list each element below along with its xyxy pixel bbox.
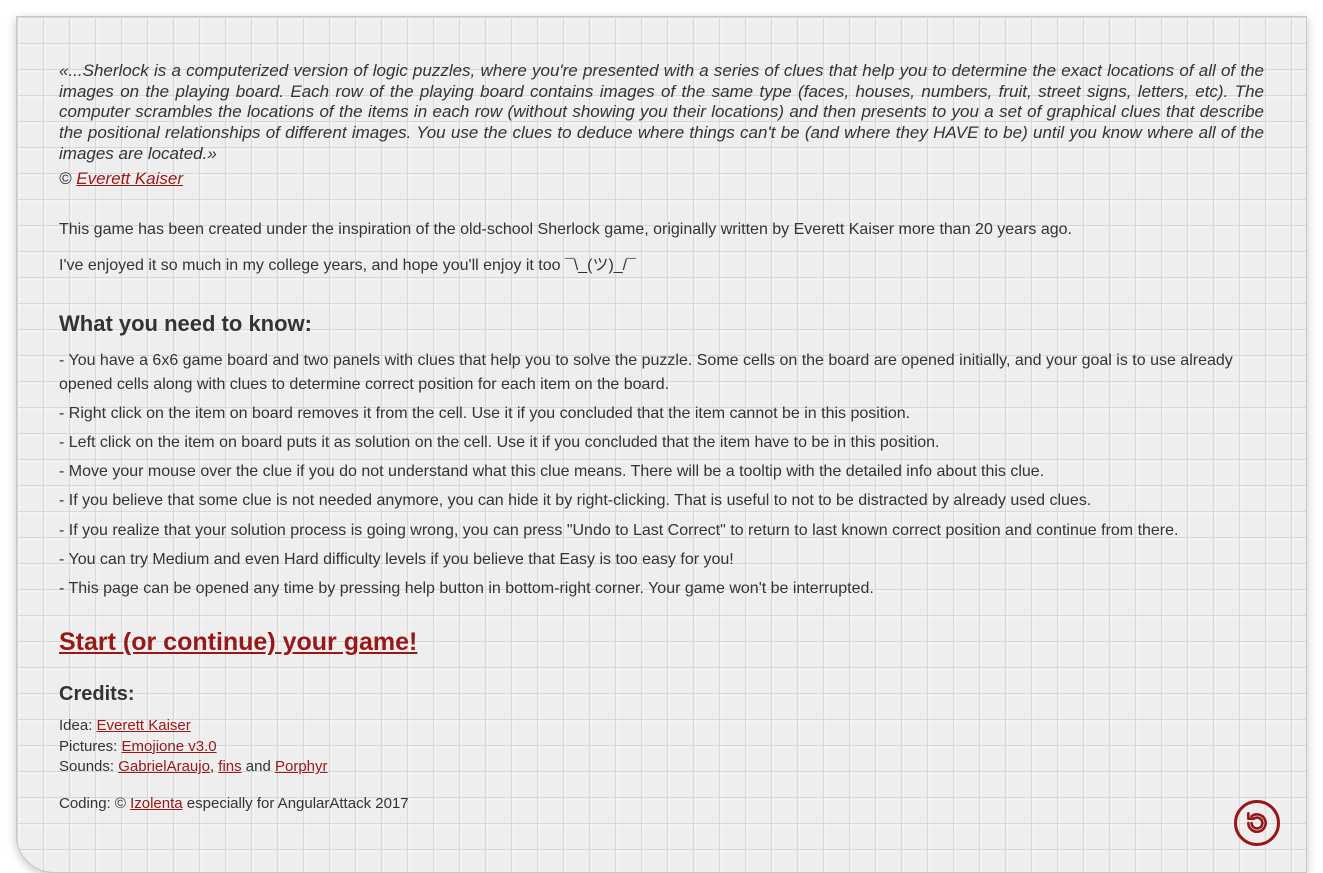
rule-item: - Move your mouse over the clue if you d… [59, 460, 1264, 483]
rule-item: - You have a 6x6 game board and two pane… [59, 349, 1264, 395]
and: and [242, 758, 275, 775]
help-card: «...Sherlock is a computerized version o… [16, 16, 1307, 873]
sound-link-3[interactable]: Porphyr [275, 758, 328, 775]
rule-item: - Right click on the item on board remov… [59, 402, 1264, 425]
back-button[interactable] [1234, 800, 1280, 846]
rule-item: - If you realize that your solution proc… [59, 519, 1264, 542]
credit-sounds: Sounds: GabrielAraujo, fins and Porphyr [59, 757, 1264, 777]
idea-label: Idea: [59, 717, 97, 734]
sounds-label: Sounds: [59, 758, 118, 775]
rule-item: - You can try Medium and even Hard diffi… [59, 548, 1264, 571]
swirl-arrow-icon [1244, 810, 1270, 836]
start-heading: Start (or continue) your game! [59, 628, 1264, 657]
coding-link[interactable]: Izolenta [130, 795, 183, 812]
enjoy-para: I've enjoyed it so much in my college ye… [59, 255, 1264, 277]
credit-idea: Idea: Everett Kaiser [59, 716, 1264, 736]
everett-kaiser-link[interactable]: Everett Kaiser [76, 169, 183, 188]
sound-link-1[interactable]: GabrielAraujo [118, 758, 210, 775]
pictures-link[interactable]: Emojione v3.0 [122, 738, 217, 755]
inspiration-para: This game has been created under the ins… [59, 219, 1264, 241]
coding-tail: especially for AngularAttack 2017 [183, 795, 409, 812]
rule-item: - Left click on the item on board puts i… [59, 431, 1264, 454]
credit-coding: Coding: © Izolenta especially for Angula… [59, 795, 1264, 812]
rule-item: - If you believe that some clue is not n… [59, 489, 1264, 512]
what-you-need-heading: What you need to know: [59, 311, 1264, 337]
intro-quote: «...Sherlock is a computerized version o… [59, 61, 1264, 165]
coding-label: Coding: © [59, 795, 130, 812]
idea-link[interactable]: Everett Kaiser [97, 717, 191, 734]
sound-link-2[interactable]: fins [218, 758, 241, 775]
credits-section: Credits: Idea: Everett Kaiser Pictures: … [59, 683, 1264, 812]
credit-pictures: Pictures: Emojione v3.0 [59, 737, 1264, 757]
cite-prefix: © [59, 169, 76, 188]
start-game-link[interactable]: Start (or continue) your game! [59, 628, 417, 656]
rule-item: - This page can be opened any time by pr… [59, 577, 1264, 600]
pictures-label: Pictures: [59, 738, 122, 755]
intro-cite: © Everett Kaiser [59, 169, 1264, 189]
credits-heading: Credits: [59, 683, 1264, 706]
